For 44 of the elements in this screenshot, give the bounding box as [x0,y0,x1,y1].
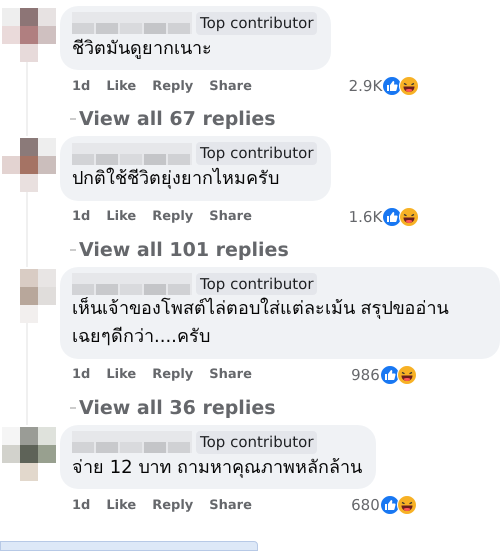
reaction-count[interactable]: 680 [351,494,380,517]
comment-action-link[interactable]: Reply [152,496,194,516]
comment-action-link[interactable]: Reply [152,207,194,227]
view-replies-link[interactable]: View all 36 replies [79,394,276,422]
top-contributor-badge: Top contributor [196,272,318,296]
timestamp[interactable]: 1d [72,76,90,96]
laughing-reaction-icon [399,76,420,96]
timestamp[interactable]: 1d [72,365,90,385]
blurred-name[interactable] [72,273,192,296]
top-contributor-badge: Top contributor [196,142,318,165]
comment-text: เห็นเจ้าของโพสต์ไล่ตอบใส่แต่ละเม้น สรุปขออ่านเฉยๆดีกว่า....ครับ [72,296,450,350]
blurred-name[interactable] [72,12,192,34]
reaction-count[interactable]: 986 [351,364,380,386]
laughing-reaction-icon [396,495,417,516]
reaction-count[interactable]: 1.6K [348,206,382,228]
comment-action-link[interactable]: Reply [152,365,194,385]
comment-action-link[interactable]: Share [209,207,252,227]
comment-action-link[interactable]: Share [209,365,252,385]
comment-action-link[interactable]: Like [106,496,136,516]
view-replies-link[interactable]: View all 101 replies [79,236,289,264]
reaction-count[interactable]: 2.9K [348,75,382,98]
comment-text: ปกติใช้ชีวิตยุ่งยากไหมครับ [72,166,280,191]
timestamp[interactable]: 1d [72,207,90,227]
top-contributor-badge: Top contributor [196,12,318,34]
comment-action-link[interactable]: Like [106,365,136,385]
blurred-name[interactable] [72,142,192,165]
like-reaction-icon [380,365,400,386]
comment-action-link[interactable]: Like [106,207,136,227]
comment-text: จ่าย 12 บาท ถามหาคุณภาพหลักล้าน [72,456,362,480]
comment-action-link[interactable]: Share [209,76,252,96]
top-contributor-badge: Top contributor [196,431,318,454]
comment-text: ชีวิตมันดูยากเนาะ [72,36,213,61]
laughing-reaction-icon [399,206,420,227]
blurred-name[interactable] [72,431,192,454]
avatar[interactable] [2,427,56,482]
view-replies-link[interactable]: View all 67 replies [79,105,276,134]
laughing-reaction-icon [396,365,417,386]
comment-action-link[interactable]: Like [106,76,136,96]
comment-action-link[interactable]: Share [209,496,252,516]
avatar[interactable] [2,8,56,62]
like-reaction-icon [380,495,400,516]
comment-action-link[interactable]: Reply [152,76,194,96]
avatar[interactable] [2,138,56,192]
timestamp[interactable]: 1d [72,496,90,516]
